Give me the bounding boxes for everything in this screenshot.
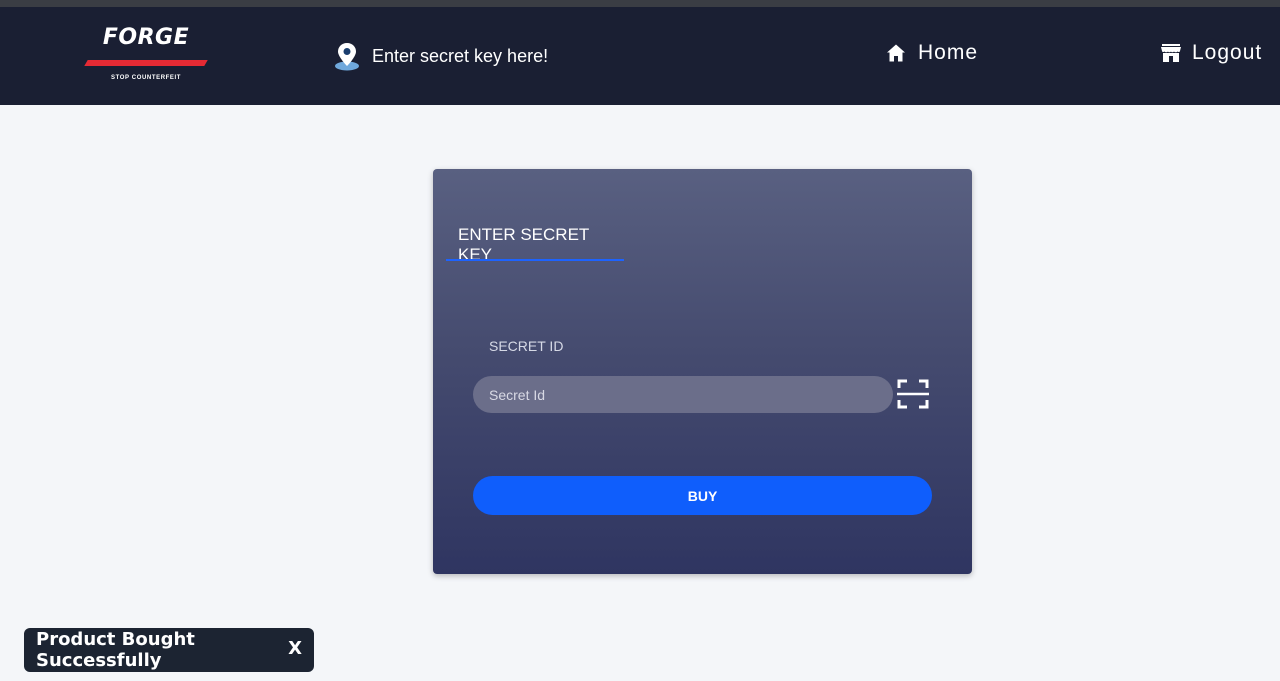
home-nav-link[interactable]: Home [886,41,978,65]
window-top-edge [0,0,1280,7]
logo-red-stripe [84,60,208,66]
toast-message: Product Bought Successfully [36,629,195,671]
logout-nav-link[interactable]: Logout [1160,41,1262,65]
buy-button[interactable]: BUY [473,476,932,515]
scan-icon[interactable] [897,379,929,409]
logo-tagline: STOP COUNTERFEIT [110,75,182,81]
enter-secret-key-label: Enter secret key here! [372,45,549,66]
secret-key-card: ENTER SECRET KEY SECRET ID BUY [433,169,972,574]
navbar: FORGE STOP COUNTERFEIT Enter secret key … [0,7,1280,105]
tab-active-underline [446,259,624,261]
toast-close-button[interactable]: X [288,638,302,659]
secret-id-label: SECRET ID [489,338,564,354]
store-icon [1161,44,1181,62]
secret-id-input[interactable] [473,376,893,413]
tab-enter-secret-key[interactable]: ENTER SECRET KEY [446,221,624,264]
location-pin-icon [335,43,359,71]
logo-title: FORGE [102,25,190,50]
home-label: Home [918,41,979,64]
forge-logo[interactable]: FORGE STOP COUNTERFEIT [84,25,208,87]
success-toast: Product Bought Successfully X [24,628,314,672]
home-icon [887,44,905,62]
enter-secret-key-link[interactable]: Enter secret key here! [334,41,548,71]
logout-label: Logout [1192,41,1263,64]
